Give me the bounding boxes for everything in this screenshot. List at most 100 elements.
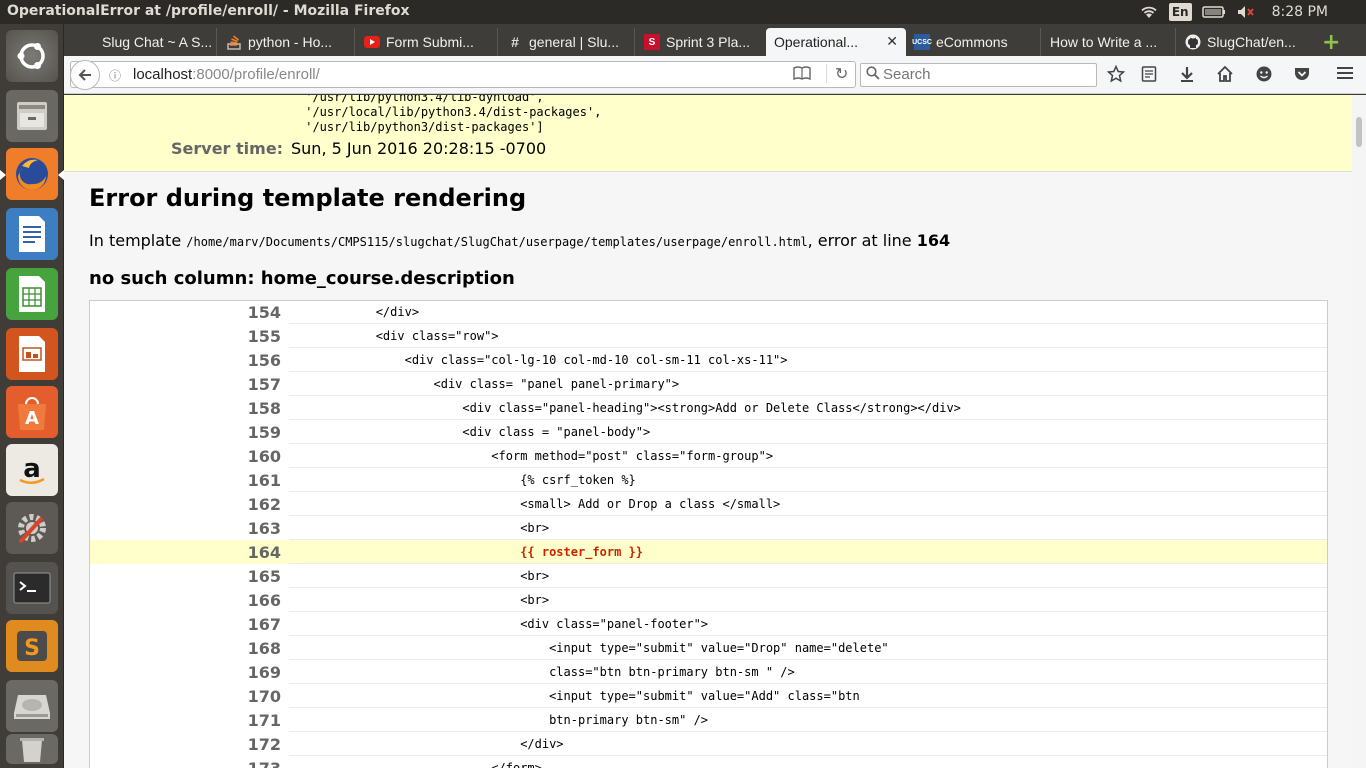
wifi-icon[interactable] [1139,4,1159,20]
tab-label: Form Submi... [386,34,474,50]
hamburger-menu-icon[interactable] [1336,65,1354,81]
navigation-toolbar: ⓘ localhost:8000/profile/enroll/ ↻ [64,56,1366,94]
sys-path-line: '/usr/lib/python3/dist-packages'] [298,120,544,134]
template-path: /home/marv/Documents/CMPS115/slugchat/Sl… [186,235,808,249]
github-icon [1185,34,1201,50]
line-code: class="btn btn-primary btn-sm " /> [289,660,1327,684]
tab-label: SlugChat/en... [1207,34,1296,50]
bookmark-star-icon[interactable] [1107,65,1125,83]
tab-label: eCommons [936,34,1008,50]
error-at-line-text: , error at line [807,231,912,250]
search-input[interactable] [883,66,1083,83]
tab-python-stackoverflow[interactable]: python - Ho... [218,28,355,56]
source-line: 163 <br> [90,516,1327,540]
line-code: btn-primary btn-sm" /> [289,708,1327,732]
keyboard-language-indicator[interactable]: En [1168,3,1192,21]
firefox-icon[interactable] [0,148,64,200]
tab-slug-chat[interactable]: Slug Chat ~ A S... [72,28,217,56]
line-number: 172 [247,735,281,754]
line-code: <div class="row"> [289,324,1327,348]
line-code: <br> [289,564,1327,588]
tab-how-to-write[interactable]: How to Write a ... [1042,28,1176,56]
tab-label: Operational... [774,34,859,50]
tab-slack-general[interactable]: # general | Slu... [499,28,635,56]
tab-label: Slug Chat ~ A S... [102,34,213,50]
ubuntu-software-center-icon[interactable]: A [6,386,58,438]
svg-text:a: a [23,454,41,484]
url-text[interactable]: localhost:8000/profile/enroll/ [133,66,320,83]
tab-sprint-3-plan[interactable]: S Sprint 3 Pla... [636,28,770,56]
tab-ecommons[interactable]: UCSC eCommons [906,28,1041,56]
hello-chat-icon[interactable] [1255,65,1273,83]
error-message: no such column: home_course.description [89,268,515,289]
source-line: 156 <div class="col-lg-10 col-md-10 col-… [90,348,1327,372]
files-icon[interactable] [6,90,58,142]
source-line: 161 {% csrf_token %} [90,468,1327,492]
line-code: {% csrf_token %} [289,468,1327,492]
tab-form-submit-youtube[interactable]: Form Submi... [356,28,498,56]
tab-operational-error[interactable]: Operational... ✕ [766,28,906,56]
line-code: <small> Add or Drop a class </small> [289,492,1327,516]
line-number: 160 [247,447,281,466]
template-location: In template /home/marv/Documents/CMPS115… [89,231,950,250]
scrum-icon: S [644,34,660,50]
top-panel: OperationalError at /profile/enroll/ - M… [0,0,1366,24]
volume-muted-icon[interactable] [1236,4,1256,20]
line-code: </div> [289,300,1327,324]
clock[interactable]: 8:28 PM [1272,4,1328,20]
line-code: <div class = "panel-body"> [289,420,1327,444]
terminal-icon[interactable] [6,562,58,614]
line-number: 161 [247,471,281,490]
downloads-icon[interactable] [1179,65,1195,83]
search-bar[interactable] [860,63,1097,87]
in-template-prefix: In template [89,231,182,250]
source-line: 166 <br> [90,588,1327,612]
line-code: {{ roster_form }} [289,540,1327,564]
new-tab-icon[interactable]: + [1322,30,1340,55]
amazon-icon[interactable]: a [6,444,58,496]
libreoffice-calc-icon[interactable] [6,268,58,320]
source-line: 159 <div class = "panel-body"> [90,420,1327,444]
line-number: 170 [247,687,281,706]
line-number: 158 [247,399,281,418]
reload-icon[interactable]: ↻ [826,64,848,83]
line-number: 173 [90,756,281,768]
line-number: 162 [247,495,281,514]
error-line-number: 164 [916,231,951,250]
bookmarks-menu-icon[interactable] [1141,65,1157,83]
libreoffice-writer-icon[interactable] [6,208,58,260]
battery-icon[interactable] [1201,5,1226,19]
source-line: 165 <br> [90,564,1327,588]
line-code: <div class="panel-footer"> [289,612,1327,636]
line-code: <div class="panel-heading"><strong>Add o… [289,396,1327,420]
site-info-icon[interactable]: ⓘ [109,67,121,84]
libreoffice-impress-icon[interactable] [6,328,58,380]
pocket-icon[interactable] [1293,65,1311,83]
line-number: 166 [247,591,281,610]
tab-slugchat-github[interactable]: SlugChat/en... [1177,28,1312,56]
reader-view-icon[interactable] [793,66,811,84]
source-line: 162 <small> Add or Drop a class </small> [90,492,1327,516]
scrollbar-thumb[interactable] [1356,117,1362,147]
ubuntu-dash-icon[interactable] [6,30,58,82]
line-code: <input type="submit" value="Drop" name="… [289,636,1327,660]
server-time-label: Server time: [171,139,284,158]
system-settings-icon[interactable] [6,502,58,554]
line-number: 157 [247,375,281,394]
page-scrollbar[interactable] [1352,95,1366,768]
close-tab-icon[interactable]: ✕ [886,33,898,50]
back-arrow-icon[interactable] [70,60,100,90]
search-icon [866,66,880,84]
tab-label: Sprint 3 Pla... [666,34,751,50]
trash-icon[interactable] [6,734,58,764]
source-line: 160 <form method="post" class="form-grou… [90,444,1327,468]
line-code: </form> [289,756,1327,768]
disk-drive-icon[interactable] [6,680,58,732]
url-bar[interactable]: ⓘ localhost:8000/profile/enroll/ ↻ [70,60,856,90]
sublime-text-icon[interactable]: S [6,620,58,672]
source-line: 169 class="btn btn-primary btn-sm " /> [90,660,1327,684]
url-host: localhost [133,66,193,83]
line-number: 156 [247,351,281,370]
home-icon[interactable] [1216,65,1234,83]
line-code: <input type="submit" value="Add" class="… [289,684,1327,708]
